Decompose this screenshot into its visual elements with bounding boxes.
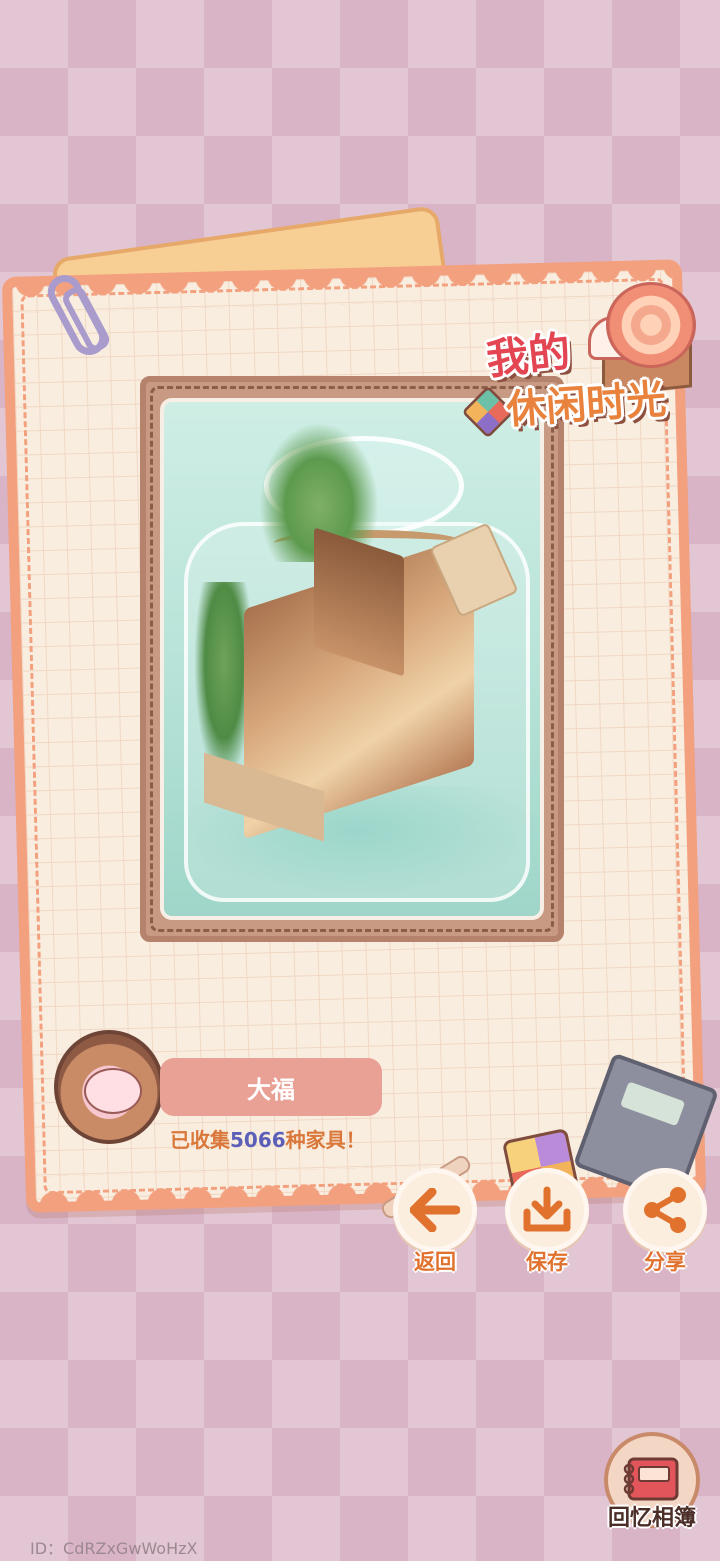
- back-button[interactable]: 返回: [390, 1168, 480, 1276]
- download-icon: [523, 1186, 571, 1232]
- share-icon: [644, 1187, 686, 1233]
- share-button-circle[interactable]: [623, 1168, 707, 1252]
- save-button-circle[interactable]: [505, 1168, 589, 1252]
- user-id-text: ID：CdRZxGwWoHzX: [30, 1539, 198, 1558]
- save-label: 保存: [526, 1250, 568, 1274]
- collect-count: 5066: [230, 1128, 286, 1152]
- album-book-icon: [623, 1457, 679, 1501]
- axolotl-face: [84, 1068, 142, 1114]
- album-label: 回忆相簿: [607, 1506, 696, 1531]
- collection-count-text: 已收集5066种家具！: [170, 1124, 366, 1153]
- snail-icon: [606, 282, 696, 368]
- back-label: 返回: [414, 1250, 456, 1274]
- collect-suffix: 种家具！: [285, 1128, 366, 1152]
- collect-prefix: 已收集: [170, 1128, 230, 1152]
- title-line-2: 休闲时光: [504, 376, 668, 434]
- memory-album-button[interactable]: 回忆相簿: [596, 1432, 708, 1532]
- player-avatar[interactable]: [54, 1030, 164, 1144]
- share-label: 分享: [644, 1250, 686, 1274]
- arrow-left-icon: [410, 1188, 460, 1232]
- terrarium-screenshot: [160, 398, 544, 920]
- share-button[interactable]: 分享: [620, 1168, 710, 1276]
- title-sticker: 我的 休闲时光: [461, 272, 710, 442]
- photo-frame: [140, 376, 564, 942]
- save-button[interactable]: 保存: [502, 1168, 592, 1276]
- player-name: 大福: [160, 1058, 382, 1116]
- back-button-circle[interactable]: [393, 1168, 477, 1252]
